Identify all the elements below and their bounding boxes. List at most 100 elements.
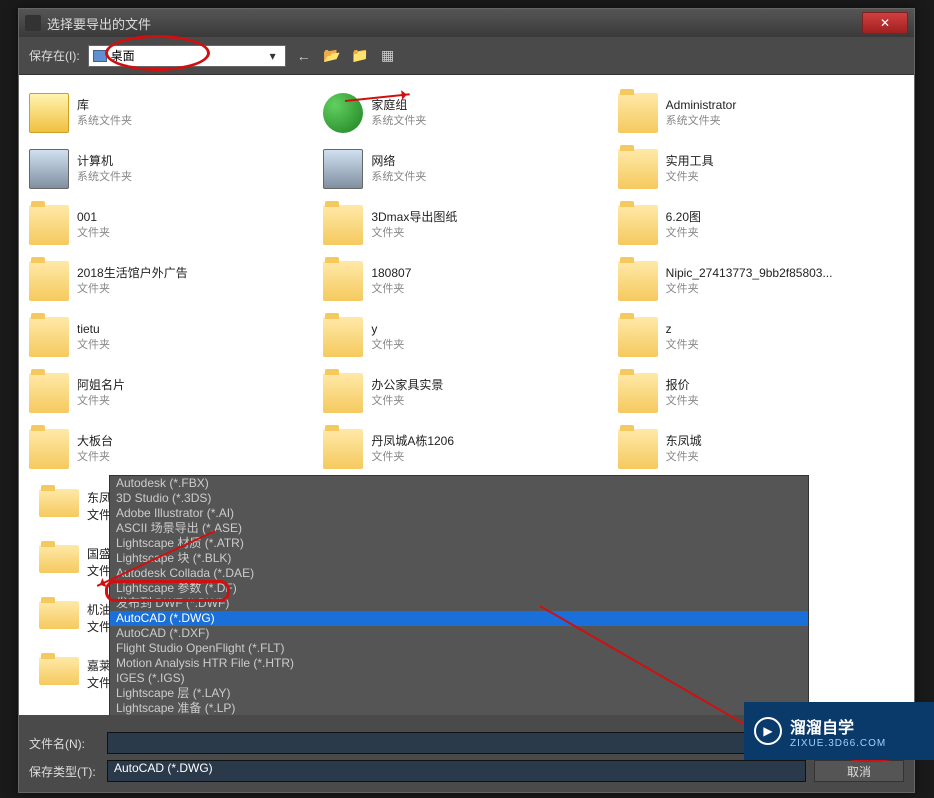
filetype-option[interactable]: 3D Studio (*.3DS)	[110, 491, 808, 506]
item-type: 文件	[87, 564, 111, 578]
item-type: 系统文件夹	[77, 114, 132, 128]
item-type: 文件夹	[77, 394, 125, 408]
file-item[interactable]: 阿姐名片文件夹	[25, 365, 319, 421]
file-item[interactable]: 3Dmax导出图纸文件夹	[319, 197, 613, 253]
filetype-option[interactable]: Lightscape 块 (*.BLK)	[110, 551, 808, 566]
filetype-option[interactable]: ASCII 场景导出 (*.ASE)	[110, 521, 808, 536]
location-combo[interactable]: 桌面 ▾	[88, 45, 286, 67]
item-type: 文件夹	[77, 226, 110, 240]
new-folder-icon[interactable]: 📁	[350, 46, 370, 66]
filetype-option[interactable]: AutoCAD (*.DWG)	[110, 611, 808, 626]
close-button[interactable]: ✕	[862, 12, 908, 34]
folder-icon	[323, 149, 363, 189]
file-item-partial[interactable]: 嘉莱文件	[35, 655, 115, 685]
folder-icon	[323, 317, 363, 357]
item-type: 文件夹	[371, 226, 457, 240]
folder-icon	[618, 429, 658, 469]
file-item[interactable]: 办公家具实景文件夹	[319, 365, 613, 421]
filetype-dropdown-list[interactable]: Autodesk (*.FBX)3D Studio (*.3DS)Adobe I…	[109, 475, 809, 715]
item-name: y	[371, 322, 404, 338]
play-icon: ▶	[754, 717, 782, 745]
titlebar[interactable]: 选择要导出的文件 ✕	[19, 9, 914, 37]
file-item[interactable]: 报价文件夹	[614, 365, 908, 421]
filetype-option[interactable]: Autodesk (*.FBX)	[110, 476, 808, 491]
filetype-option[interactable]: Adobe Illustrator (*.AI)	[110, 506, 808, 521]
file-item[interactable]: 180807文件夹	[319, 253, 613, 309]
filetype-option[interactable]: Flight Studio OpenFlight (*.FLT)	[110, 641, 808, 656]
filetype-option[interactable]: Lightscape 准备 (*.LP)	[110, 701, 808, 715]
filetype-option[interactable]: Lightscape 材质 (*.ATR)	[110, 536, 808, 551]
file-list-area: 库系统文件夹 家庭组系统文件夹 Administrator系统文件夹 计算机系统…	[19, 75, 914, 715]
chevron-down-icon[interactable]: ▾	[265, 49, 281, 63]
item-type: 文件夹	[371, 338, 404, 352]
item-type: 文件夹	[666, 450, 702, 464]
folder-icon	[618, 261, 658, 301]
file-item[interactable]: 2018生活馆户外广告文件夹	[25, 253, 319, 309]
item-type: 文件夹	[666, 338, 699, 352]
file-item-partial[interactable]: 机油文件	[35, 599, 115, 629]
watermark: ▶ 溜溜自学 ZIXUE.3D66.COM	[744, 702, 934, 760]
item-name: 计算机	[77, 154, 132, 170]
filetype-option[interactable]: Autodesk Collada (*.DAE)	[110, 566, 808, 581]
folder-icon	[29, 205, 69, 245]
item-name: 大板台	[77, 434, 113, 450]
file-item[interactable]: y文件夹	[319, 309, 613, 365]
filetype-option[interactable]: IGES (*.IGS)	[110, 671, 808, 686]
item-name: Nipic_27413773_9bb2f85803...	[666, 266, 833, 282]
filetype-option[interactable]: Motion Analysis HTR File (*.HTR)	[110, 656, 808, 671]
folder-icon	[323, 205, 363, 245]
file-item[interactable]: Nipic_27413773_9bb2f85803...文件夹	[614, 253, 908, 309]
folder-icon	[618, 149, 658, 189]
item-type: 文件夹	[371, 450, 454, 464]
folder-icon	[618, 373, 658, 413]
item-name: 180807	[371, 266, 411, 282]
item-type: 系统文件夹	[666, 114, 737, 128]
item-name: 办公家具实景	[371, 378, 443, 394]
save-in-label: 保存在(I):	[29, 47, 80, 64]
file-item[interactable]: 丹凤城A栋1206文件夹	[319, 421, 613, 477]
filetype-combo[interactable]: AutoCAD (*.DWG)	[107, 760, 806, 782]
file-item[interactable]: 实用工具文件夹	[614, 141, 908, 197]
toolbar: 保存在(I): 桌面 ▾ ← 📂 📁 ▦	[19, 37, 914, 75]
file-item[interactable]: tietu文件夹	[25, 309, 319, 365]
item-name: tietu	[77, 322, 110, 338]
folder-icon	[323, 261, 363, 301]
item-name: 东凤城	[666, 434, 702, 450]
file-item[interactable]: 大板台文件夹	[25, 421, 319, 477]
item-type: 文件夹	[371, 394, 443, 408]
filetype-option[interactable]: AutoCAD (*.DXF)	[110, 626, 808, 641]
item-type: 文件夹	[666, 226, 701, 240]
filename-input[interactable]	[107, 732, 806, 754]
filetype-option[interactable]: 发布到 DWF (*.DWF)	[110, 596, 808, 611]
file-item[interactable]: z文件夹	[614, 309, 908, 365]
item-type: 系统文件夹	[77, 170, 132, 184]
folder-icon	[39, 545, 79, 573]
folder-icon	[618, 205, 658, 245]
file-item-partial[interactable]: 国盛文件	[35, 543, 115, 573]
file-item-partial[interactable]: 东凤文件	[35, 487, 115, 517]
file-item[interactable]: 库系统文件夹	[25, 85, 319, 141]
folder-icon	[39, 489, 79, 517]
file-item[interactable]: 计算机系统文件夹	[25, 141, 319, 197]
file-item[interactable]: Administrator系统文件夹	[614, 85, 908, 141]
item-type: 文件夹	[371, 282, 411, 296]
folder-icon	[39, 657, 79, 685]
view-icon[interactable]: ▦	[378, 46, 398, 66]
folder-icon	[39, 601, 79, 629]
filetype-option[interactable]: Lightscape 参数 (*.DF)	[110, 581, 808, 596]
item-name: 库	[77, 98, 132, 114]
up-icon[interactable]: 📂	[322, 46, 342, 66]
back-icon[interactable]: ←	[294, 46, 314, 66]
item-type: 文件夹	[77, 282, 188, 296]
file-item[interactable]: 家庭组系统文件夹	[319, 85, 613, 141]
file-item[interactable]: 网络系统文件夹	[319, 141, 613, 197]
item-name: z	[666, 322, 699, 338]
file-item[interactable]: 6.20图文件夹	[614, 197, 908, 253]
item-name: 机油	[87, 603, 111, 617]
cancel-button[interactable]: 取消	[814, 760, 904, 782]
item-name: 001	[77, 210, 110, 226]
item-name: 6.20图	[666, 210, 701, 226]
file-item[interactable]: 东凤城文件夹	[614, 421, 908, 477]
item-type: 文件夹	[666, 394, 699, 408]
file-item[interactable]: 001文件夹	[25, 197, 319, 253]
